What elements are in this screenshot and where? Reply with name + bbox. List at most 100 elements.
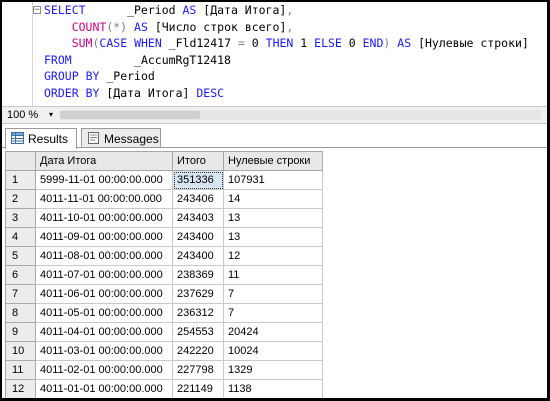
cell-total[interactable]: 243400 <box>172 246 224 266</box>
cell-total[interactable]: 227798 <box>172 360 224 380</box>
editor-gutter-line <box>32 2 33 106</box>
cell-total[interactable]: 221149 <box>172 379 224 398</box>
cell-zero-rows[interactable]: 13 <box>223 227 323 247</box>
row-number[interactable]: 5 <box>5 246 36 266</box>
sql-token: [Дата Итога] <box>99 85 197 100</box>
cell-zero-rows[interactable]: 12 <box>223 246 323 266</box>
row-number[interactable]: 11 <box>5 360 36 380</box>
row-number[interactable]: 7 <box>5 284 36 304</box>
cell-total[interactable]: 243403 <box>172 208 224 228</box>
table-row[interactable]: 2 4011-11-01 00:00:00.000 243406 14 <box>5 189 323 209</box>
sql-token: BY <box>85 85 100 100</box>
cell-date[interactable]: 4011-10-01 00:00:00.000 <box>35 208 173 228</box>
row-number[interactable]: 12 <box>5 379 36 398</box>
scrollbar-thumb[interactable] <box>60 111 200 119</box>
row-number[interactable]: 1 <box>5 170 36 190</box>
column-header-zero-rows[interactable]: Нулевые строки <box>223 151 323 171</box>
row-number[interactable]: 2 <box>5 189 36 209</box>
cell-date[interactable]: 4011-06-01 00:00:00.000 <box>35 284 173 304</box>
sql-token: FROM <box>44 52 72 67</box>
cell-date[interactable]: 4011-08-01 00:00:00.000 <box>35 246 173 266</box>
tab-messages[interactable]: Messages <box>81 128 161 148</box>
horizontal-scrollbar[interactable] <box>60 110 541 120</box>
cell-date[interactable]: 4011-11-01 00:00:00.000 <box>35 189 173 209</box>
cell-zero-rows[interactable]: 7 <box>223 303 323 323</box>
column-header-date[interactable]: Дата Итога <box>35 151 173 171</box>
sql-token: _Fld12417 <box>161 36 238 50</box>
row-number[interactable]: 10 <box>5 341 36 361</box>
table-row[interactable]: 7 4011-06-01 00:00:00.000 237629 7 <box>5 284 323 304</box>
cell-date[interactable]: 5999-11-01 00:00:00.000 <box>35 170 173 190</box>
cell-total[interactable]: 237629 <box>172 284 224 304</box>
sql-code[interactable]: SELECT _Period AS [Дата Итога], COUNT(*)… <box>44 2 529 101</box>
table-row[interactable]: 6 4011-07-01 00:00:00.000 238369 11 <box>5 265 323 285</box>
cell-date[interactable]: 4011-09-01 00:00:00.000 <box>35 227 173 247</box>
sql-token: 0 <box>244 36 266 50</box>
cell-total[interactable]: 351336 <box>172 170 224 190</box>
table-row[interactable]: 9 4011-04-01 00:00:00.000 254553 20424 <box>5 322 323 342</box>
header-row: Дата Итога Итого Нулевые строки <box>5 151 323 171</box>
table-row[interactable]: 1 5999-11-01 00:00:00.000 351336 107931 <box>5 170 323 190</box>
table-row[interactable]: 10 4011-03-01 00:00:00.000 242220 10024 <box>5 341 323 361</box>
messages-icon <box>88 132 99 144</box>
sql-token: GROUP <box>44 69 79 83</box>
table-row[interactable]: 12 4011-01-01 00:00:00.000 221149 1138 <box>5 379 323 398</box>
cell-zero-rows[interactable]: 14 <box>223 189 323 209</box>
row-number-header[interactable] <box>5 151 36 171</box>
cell-zero-rows[interactable]: 11 <box>223 265 323 285</box>
sql-token: SELECT <box>44 3 86 17</box>
table-row[interactable]: 11 4011-02-01 00:00:00.000 227798 1329 <box>5 360 323 380</box>
sql-token: [Число строк всего] <box>147 19 287 34</box>
sql-token: 0 <box>341 36 363 50</box>
row-number[interactable]: 3 <box>5 208 36 228</box>
cell-zero-rows[interactable]: 1329 <box>223 360 323 380</box>
tab-messages-label: Messages <box>104 132 159 146</box>
sql-token: _Period <box>99 69 155 83</box>
row-number[interactable]: 9 <box>5 322 36 342</box>
results-grid[interactable]: Дата Итога Итого Нулевые строки 1 5999-11… <box>5 151 547 398</box>
cell-zero-rows[interactable]: 20424 <box>223 322 323 342</box>
cell-total[interactable]: 242220 <box>172 341 224 361</box>
sql-token: 1 <box>293 36 315 50</box>
row-number[interactable]: 8 <box>5 303 36 323</box>
zoom-bar: 100 % ▾ <box>2 106 547 124</box>
results-table: Дата Итога Итого Нулевые строки 1 5999-11… <box>5 151 323 398</box>
sql-token: AS <box>134 19 148 34</box>
cell-total[interactable]: 243400 <box>172 227 224 247</box>
table-row[interactable]: 8 4011-05-01 00:00:00.000 236312 7 <box>5 303 323 323</box>
sql-token: BY <box>85 69 100 83</box>
zoom-select[interactable]: 100 % ▾ <box>5 108 55 122</box>
collapse-outline-icon[interactable]: − <box>33 6 41 15</box>
sql-token: , <box>286 19 294 34</box>
cell-date[interactable]: 4011-03-01 00:00:00.000 <box>35 341 173 361</box>
cell-zero-rows[interactable]: 107931 <box>223 170 323 190</box>
cell-total[interactable]: 236312 <box>172 303 224 323</box>
row-number[interactable]: 4 <box>5 227 36 247</box>
cell-zero-rows[interactable]: 1138 <box>223 379 323 398</box>
sql-token: END <box>362 36 384 50</box>
cell-total[interactable]: 238369 <box>172 265 224 285</box>
table-row[interactable]: 3 4011-10-01 00:00:00.000 243403 13 <box>5 208 323 228</box>
cell-date[interactable]: 4011-07-01 00:00:00.000 <box>35 265 173 285</box>
cell-date[interactable]: 4011-04-01 00:00:00.000 <box>35 322 173 342</box>
table-row[interactable]: 4 4011-09-01 00:00:00.000 243400 13 <box>5 227 323 247</box>
cell-zero-rows[interactable]: 13 <box>223 208 323 228</box>
tab-results[interactable]: Results <box>5 128 77 149</box>
sql-editor[interactable]: − SELECT _Period AS [Дата Итога], COUNT(… <box>2 2 547 106</box>
sql-token: THEN <box>265 36 294 50</box>
row-number[interactable]: 6 <box>5 265 36 285</box>
table-row[interactable]: 5 4011-08-01 00:00:00.000 243400 12 <box>5 246 323 266</box>
cell-date[interactable]: 4011-02-01 00:00:00.000 <box>35 360 173 380</box>
cell-zero-rows[interactable]: 10024 <box>223 341 323 361</box>
ssms-query-window: − SELECT _Period AS [Дата Итога], COUNT(… <box>2 2 547 398</box>
cell-zero-rows[interactable]: 7 <box>223 284 323 304</box>
cell-total[interactable]: 243406 <box>172 189 224 209</box>
sql-token: ELSE <box>314 36 342 50</box>
cell-date[interactable]: 4011-01-01 00:00:00.000 <box>35 379 173 398</box>
cell-date[interactable]: 4011-05-01 00:00:00.000 <box>35 303 173 323</box>
column-header-total[interactable]: Итого <box>172 151 224 171</box>
cell-total[interactable]: 254553 <box>172 322 224 342</box>
